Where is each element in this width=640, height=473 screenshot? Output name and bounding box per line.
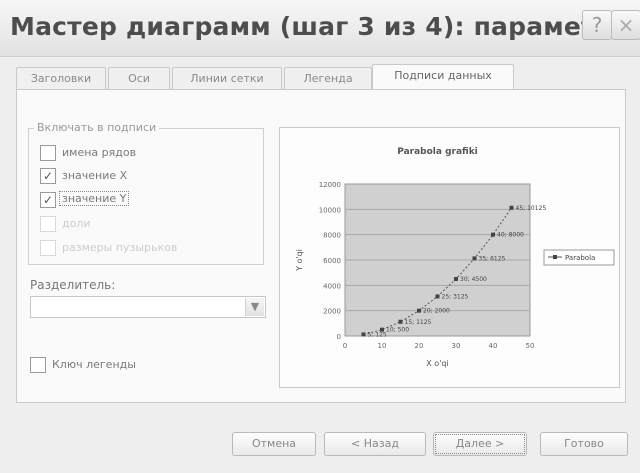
- data-point: [398, 319, 403, 324]
- separator-label: Разделитель:: [30, 278, 116, 292]
- next-button[interactable]: Далее >: [433, 432, 527, 456]
- x-axis-label: X o'qi: [426, 359, 448, 368]
- y-tick-label: 2000: [323, 308, 341, 316]
- y-tick-label: 12000: [319, 181, 341, 189]
- y-tick-label: 10000: [319, 206, 341, 214]
- separator-select[interactable]: ▼: [30, 296, 266, 318]
- data-label: 40; 8000: [497, 232, 524, 239]
- tab-legend[interactable]: Легенда: [284, 67, 372, 90]
- x-tick-label: 10: [378, 342, 387, 350]
- chevron-down-icon[interactable]: ▼: [245, 298, 264, 316]
- legend-key-checkbox[interactable]: [30, 357, 46, 373]
- legend-key-label[interactable]: Ключ легенды: [52, 358, 136, 371]
- y-value-checkbox[interactable]: ✓: [40, 192, 56, 208]
- tab-strip: Заголовки Оси Линии сетки Легенда Подпис…: [16, 64, 626, 91]
- data-point: [417, 308, 421, 313]
- dialog-title: Мастер диаграмм (шаг 3 из 4): параметры.…: [10, 12, 640, 41]
- data-label: 5; 125: [368, 331, 387, 338]
- y-tick-label: 4000: [323, 282, 341, 290]
- percentage-label: доли: [62, 217, 91, 230]
- cancel-button[interactable]: Отмена: [232, 432, 316, 456]
- bubble-size-checkbox: [40, 240, 56, 256]
- tab-gridlines[interactable]: Линии сетки: [172, 67, 282, 90]
- chart-svg: 0 2000 4000 6000 8000 10000 12000 0 10 20 30 40 50 Pa…: [295, 147, 615, 368]
- data-point: [509, 205, 514, 210]
- title-bar: Мастер диаграмм (шаг 3 из 4): параметры.…: [0, 0, 640, 57]
- include-labels-title: Включать в подписи: [34, 121, 160, 134]
- chart-wizard-dialog: Мастер диаграмм (шаг 3 из 4): параметры.…: [0, 0, 640, 473]
- y-tick-label: 6000: [323, 257, 341, 265]
- data-point: [435, 294, 440, 299]
- percentage-checkbox: [40, 216, 56, 232]
- help-button[interactable]: ?: [582, 10, 612, 40]
- data-point: [472, 256, 477, 261]
- data-point: [380, 327, 384, 332]
- data-label: 45; 10125: [516, 205, 547, 212]
- y-tick-label: 0: [337, 333, 341, 341]
- data-point: [361, 332, 366, 337]
- series-name-label[interactable]: имена рядов: [62, 146, 136, 159]
- data-label: 20; 2000: [423, 308, 450, 315]
- x-tick-label: 0: [343, 342, 347, 350]
- data-label: 10; 500: [386, 327, 409, 334]
- data-label: 15; 1125: [405, 319, 432, 326]
- tab-axes[interactable]: Оси: [108, 67, 170, 90]
- chart-preview: 0 2000 4000 6000 8000 10000 12000 0 10 20 30 40 50 Pa…: [279, 127, 620, 388]
- back-button[interactable]: < Назад: [324, 432, 426, 456]
- legend-swatch-marker: [553, 255, 557, 259]
- x-tick-label: 50: [526, 342, 535, 350]
- legend-label: Parabola: [565, 254, 595, 262]
- finish-button[interactable]: Готово: [540, 432, 628, 456]
- data-label: 25; 3125: [442, 293, 469, 300]
- y-tick-label: 8000: [323, 232, 341, 240]
- data-label: 30; 4500: [460, 276, 487, 283]
- data-point: [454, 277, 458, 281]
- x-tick-label: 40: [489, 342, 498, 350]
- chart-title: Parabola grafiki: [397, 147, 478, 157]
- x-value-label[interactable]: значение X: [62, 169, 127, 182]
- x-value-checkbox[interactable]: ✓: [40, 168, 56, 184]
- y-axis-label: Y o'qi: [295, 249, 304, 272]
- x-tick-label: 20: [415, 342, 424, 350]
- close-button[interactable]: ×: [611, 10, 640, 40]
- bubble-size-label: размеры пузырьков: [62, 241, 178, 254]
- y-value-label[interactable]: значение Y: [58, 191, 130, 206]
- x-tick-label: 30: [452, 342, 461, 350]
- series-name-checkbox[interactable]: [40, 145, 56, 161]
- data-label: 35; 6125: [479, 255, 506, 262]
- data-point: [491, 232, 495, 237]
- tab-data-labels[interactable]: Подписи данных: [372, 64, 514, 91]
- tab-titles[interactable]: Заголовки: [16, 67, 106, 90]
